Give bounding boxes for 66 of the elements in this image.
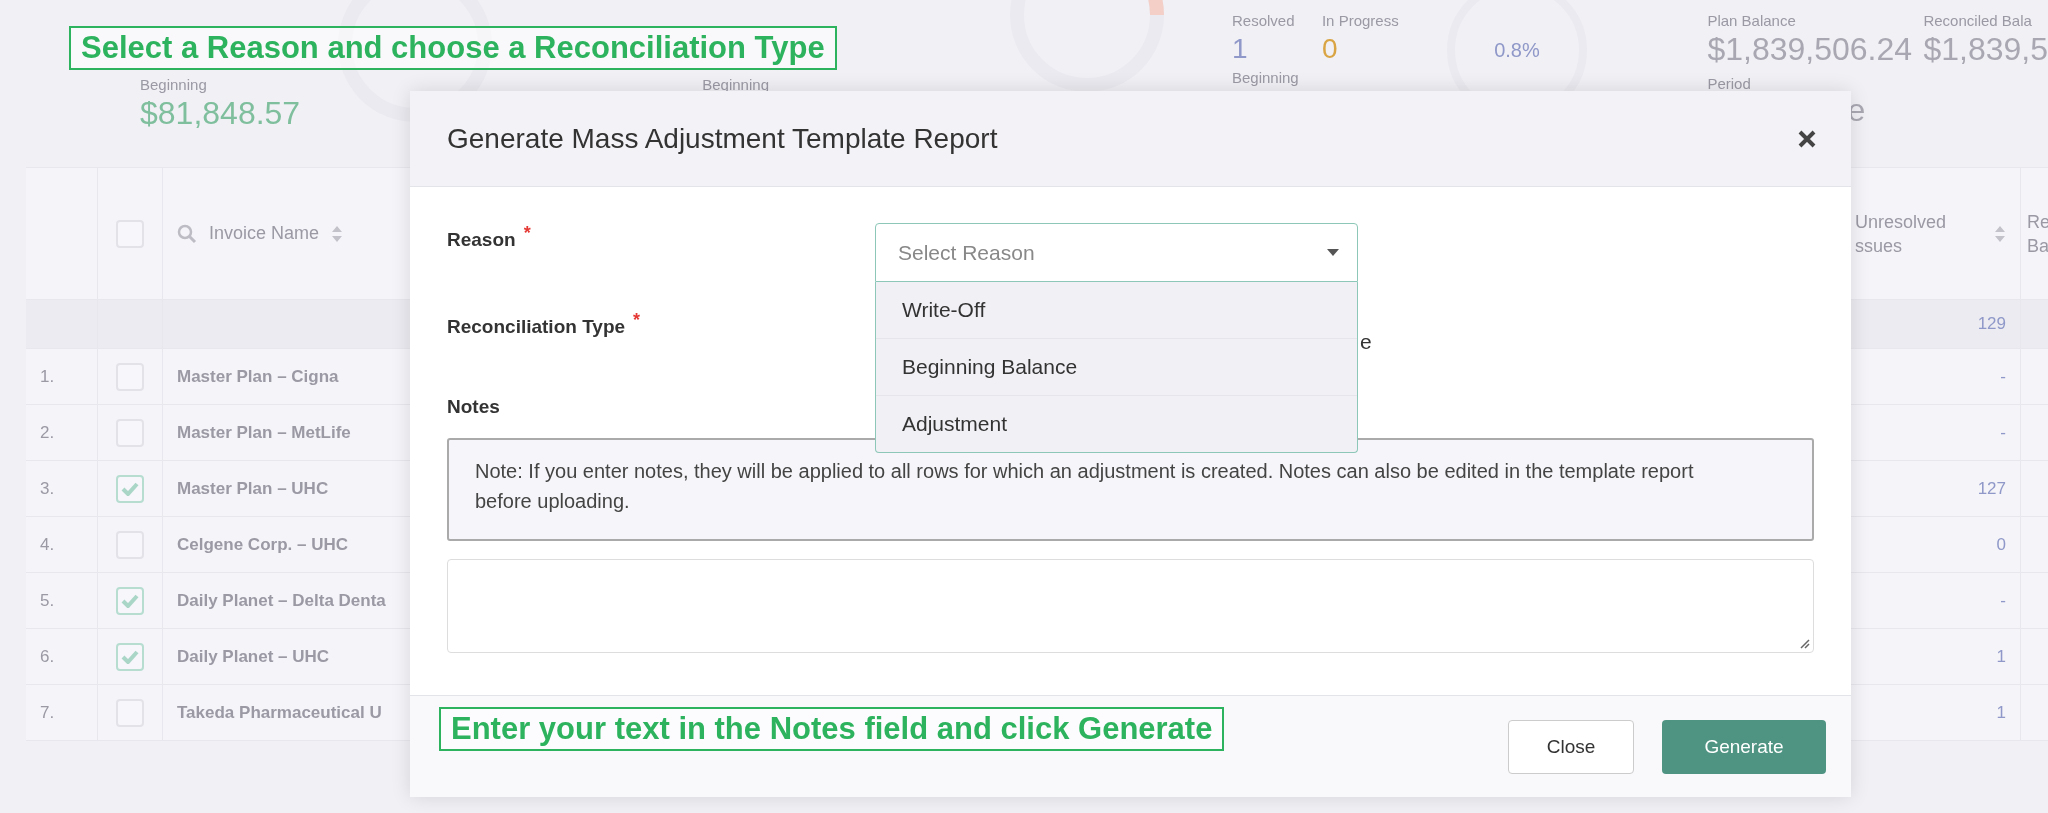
close-button[interactable]: Close xyxy=(1508,719,1634,774)
checkmark-icon xyxy=(121,649,139,664)
row-number: 2. xyxy=(40,422,55,443)
sort-icon[interactable] xyxy=(1994,224,2006,243)
percent-value: 0.8% xyxy=(1494,38,1540,62)
stat-value: $1,839,5 xyxy=(1923,30,2048,69)
notes-input[interactable] xyxy=(447,559,1814,653)
info-note: Note: If you enter notes, they will be applied to all rows for which an adjustment is created. Notes can also be edited in the template report before uploading. xyxy=(447,438,1814,541)
field-label: Reconciliation Type xyxy=(447,316,626,338)
table-cell: 1 xyxy=(1996,646,2006,667)
required-mark: * xyxy=(523,223,531,244)
table-cell: Master Plan – Cigna xyxy=(177,366,339,387)
checkbox[interactable] xyxy=(116,474,144,503)
stat-label: Beginning xyxy=(702,76,770,93)
sort-icon[interactable] xyxy=(331,224,344,243)
stat-value: 1 xyxy=(1231,32,1249,66)
callout-label: Enter your text in the Notes field and click Generate xyxy=(439,707,1225,751)
resize-handle-icon[interactable] xyxy=(1798,637,1810,649)
row-number: 4. xyxy=(40,534,55,555)
checkbox[interactable] xyxy=(116,642,144,671)
stat-label: Reconciled Bala xyxy=(1923,12,2033,29)
stat-label: Resolved xyxy=(1231,12,1296,29)
table-cell: 0 xyxy=(1996,534,2006,555)
table-cell: - xyxy=(2000,366,2006,387)
stat-label: Beginning xyxy=(1231,69,1300,86)
table-cell: 129 xyxy=(1977,314,2006,334)
stat-label: Plan Balance xyxy=(1707,12,1797,29)
stat-label: Beginning xyxy=(140,76,208,93)
row-number: 6. xyxy=(40,646,55,667)
table-cell: 1 xyxy=(1996,702,2006,723)
row-number: 3. xyxy=(40,478,55,499)
stat-label: Period xyxy=(1707,75,1752,92)
option-label: e xyxy=(1360,330,1372,353)
stat-label: In Progress xyxy=(1321,12,1400,29)
search-icon[interactable] xyxy=(177,223,197,244)
table-cell: Master Plan – MetLife xyxy=(177,422,351,443)
checkmark-icon xyxy=(121,593,139,608)
stat-value: $1,839,506.24 xyxy=(1707,30,1914,69)
stat-value: $81,848.57 xyxy=(140,94,302,133)
dialog-title: Generate Mass Adjustment Template Report xyxy=(447,122,998,155)
field-label: Reason xyxy=(447,229,516,251)
checkbox[interactable] xyxy=(116,586,144,615)
table-cell: Master Plan – UHC xyxy=(177,478,329,499)
required-mark: * xyxy=(633,310,641,331)
reason-select[interactable]: Select Reason xyxy=(875,223,1358,282)
generate-button[interactable]: Generate xyxy=(1662,719,1826,774)
table-cell: Celgene Corp. – UHC xyxy=(177,534,348,555)
table-cell: 127 xyxy=(1977,478,2006,499)
dropdown-option[interactable]: Beginning Balance xyxy=(876,339,1357,396)
table-cell: Takeda Pharmaceutical U xyxy=(177,702,382,723)
stat-value: 0 xyxy=(1321,32,1339,66)
table-cell: Daily Planet – Delta Denta xyxy=(177,590,386,611)
row-number: 5. xyxy=(40,590,55,611)
field-label: Notes xyxy=(447,396,500,417)
checkmark-icon xyxy=(121,481,139,496)
caret-icon xyxy=(1327,249,1339,256)
table-cell: - xyxy=(2000,590,2006,611)
column-header[interactable]: Invoice Name xyxy=(209,223,320,244)
dropdown-option[interactable]: Write-Off xyxy=(876,282,1357,339)
column-header[interactable]: Unresolved ssues xyxy=(1855,209,1947,258)
table-cell: Daily Planet – UHC xyxy=(177,646,330,667)
callout-label: Select a Reason and choose a Reconciliation Type xyxy=(69,26,837,70)
row-number: 1. xyxy=(40,366,55,387)
table-cell: - xyxy=(2000,422,2006,443)
row-number: 7. xyxy=(40,702,55,723)
close-icon[interactable] xyxy=(1797,128,1817,149)
